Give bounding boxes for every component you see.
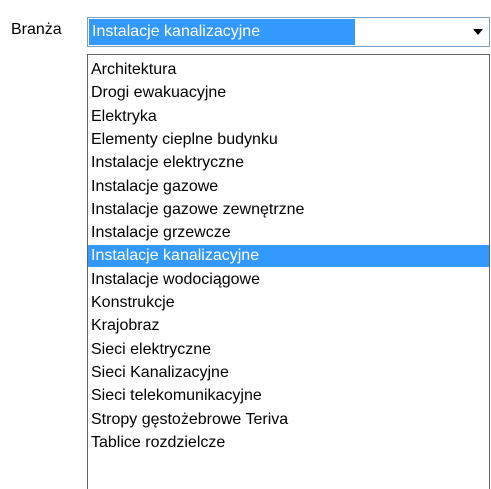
list-item[interactable]: Instalacje kanalizacyjne [88, 245, 489, 268]
list-item[interactable]: Sieci Kanalizacyjne [88, 362, 489, 384]
list-item[interactable]: Tablice rozdzielcze [88, 432, 489, 454]
list-item[interactable]: Architektura [88, 59, 489, 81]
branza-dropdown-list[interactable]: Architektura Drogi ewakuacyjne Elektryka… [87, 54, 490, 489]
list-item[interactable]: Sieci elektryczne [88, 339, 489, 361]
list-item[interactable]: Krajobraz [88, 315, 489, 337]
list-item[interactable]: Instalacje gazowe [88, 176, 489, 198]
list-item[interactable]: Instalacje wodociągowe [88, 269, 489, 291]
list-item[interactable]: Elementy cieplne budynku [88, 129, 489, 151]
branza-combobox[interactable]: Instalacje kanalizacyjne [87, 17, 490, 47]
list-item[interactable]: Instalacje elektryczne [88, 152, 489, 174]
list-item[interactable]: Konstrukcje [88, 292, 489, 314]
branza-selector-window: Branża Instalacje kanalizacyjne Architek… [0, 0, 491, 489]
list-item[interactable]: Drogi ewakuacyjne [88, 82, 489, 104]
chevron-down-icon[interactable] [473, 29, 483, 35]
branza-label: Branża [11, 21, 62, 38]
list-item[interactable]: Sieci telekomunikacyjne [88, 385, 489, 407]
list-item[interactable]: Elektryka [88, 106, 489, 128]
combobox-selected-value: Instalacje kanalizacyjne [89, 19, 355, 45]
list-item[interactable]: Stropy gęstożebrowe Teriva [88, 409, 489, 431]
list-item[interactable]: Instalacje grzewcze [88, 222, 489, 244]
list-item[interactable]: Instalacje gazowe zewnętrzne [88, 199, 489, 221]
